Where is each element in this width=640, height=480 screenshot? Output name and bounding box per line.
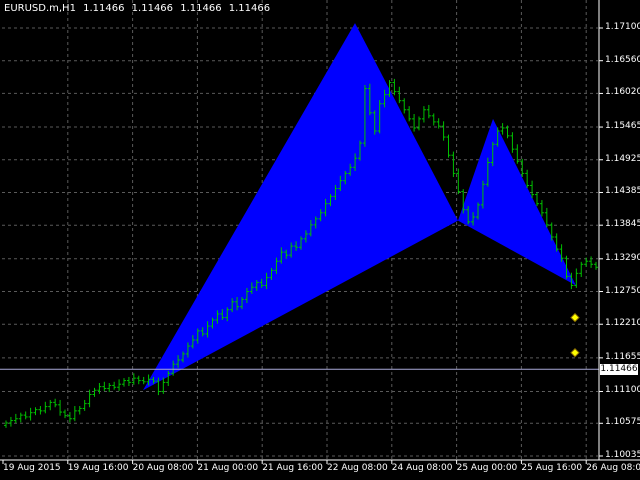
price-tick-label: 1.12750: [605, 285, 640, 296]
time-tick-label: 25 Aug 00:00: [456, 463, 518, 473]
symbol-label: EURUSD.m,H1: [4, 3, 76, 14]
price-tick-label: 1.11100: [605, 385, 640, 396]
time-tick-label: 24 Aug 08:00: [391, 463, 453, 473]
chart-window[interactable]: EURUSD.m,H1 1.11466 1.11466 1.11466 1.11…: [0, 0, 640, 480]
time-tick-label: 21 Aug 00:00: [197, 463, 259, 473]
low-value: 1.11466: [180, 3, 222, 14]
high-value: 1.11466: [131, 3, 174, 14]
price-tick-label: 1.13290: [605, 252, 640, 263]
open-value: 1.11466: [83, 3, 125, 14]
price-tick-label: 1.16020: [605, 87, 640, 98]
price-tick-label: 1.15465: [605, 121, 640, 132]
chart-header: EURUSD.m,H1 1.11466 1.11466 1.11466 1.11…: [4, 3, 274, 14]
current-price-label: 1.11466: [600, 364, 638, 376]
close-value: 1.11466: [228, 3, 271, 14]
price-tick-label: 1.14385: [605, 186, 640, 197]
price-tick-label: 1.10575: [605, 417, 640, 428]
time-tick-label: 22 Aug 08:00: [327, 463, 388, 473]
price-tick-label: 1.12210: [605, 318, 640, 329]
time-tick-label: 26 Aug 08:00: [586, 463, 640, 473]
price-tick-label: 1.16560: [605, 54, 640, 65]
time-tick-label: 25 Aug 16:00: [521, 463, 583, 473]
price-tick-label: 1.13845: [605, 219, 640, 230]
price-tick-label: 1.17100: [605, 22, 640, 32]
price-tick-label: 1.14925: [605, 153, 640, 164]
chart-canvas[interactable]: [0, 0, 640, 480]
time-tick-label: 19 Aug 2015: [3, 463, 61, 473]
price-tick-label: 1.11655: [605, 351, 640, 362]
time-tick-label: 20 Aug 08:00: [132, 463, 194, 473]
price-tick-label: 1.10035: [605, 450, 640, 460]
time-tick-label: 19 Aug 16:00: [67, 463, 129, 473]
time-tick-label: 21 Aug 16:00: [262, 463, 323, 473]
